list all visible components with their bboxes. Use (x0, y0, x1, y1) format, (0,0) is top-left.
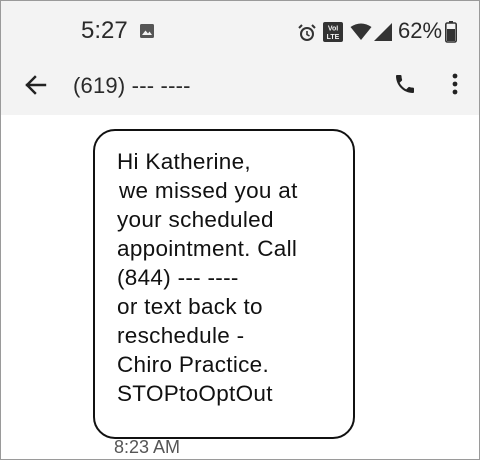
volte-icon: VoI LTE (322, 21, 344, 48)
phone-icon[interactable] (393, 72, 417, 101)
contact-name: (619) --- ---- (73, 73, 191, 98)
message-line: we missed you at (119, 178, 298, 203)
app-bar: (619) --- ---- (1, 59, 479, 115)
gallery-icon (139, 23, 155, 44)
message-timestamp: 8:23 AM (114, 437, 181, 457)
message-line: appointment. Call (117, 236, 298, 261)
message-line: reschedule - (117, 323, 245, 348)
svg-text:VoI: VoI (328, 26, 338, 33)
message-line: STOPtoOptOut (117, 381, 273, 406)
battery-percent: 62% (398, 18, 443, 43)
wifi-icon (350, 23, 372, 46)
message-line: or text back to (117, 294, 263, 319)
battery-icon (445, 21, 457, 48)
message-thread: Hi Katherine, we missed you at your sche… (1, 115, 479, 459)
signal-icon (373, 22, 393, 47)
more-vert-icon[interactable] (449, 70, 461, 103)
back-arrow-icon[interactable] (23, 72, 49, 103)
alarm-icon (297, 23, 317, 48)
message-line: Hi Katherine, (117, 149, 251, 174)
message-line: (844) --- ---- (117, 265, 239, 290)
status-bar: 5:27 VoI LTE 62% (1, 1, 479, 59)
message-bubble[interactable]: Hi Katherine, we missed you at your sche… (93, 129, 355, 439)
status-time: 5:27 (81, 17, 128, 44)
message-line: Chiro Practice. (117, 352, 270, 377)
svg-text:LTE: LTE (327, 34, 340, 41)
message-line: your scheduled (117, 207, 274, 232)
